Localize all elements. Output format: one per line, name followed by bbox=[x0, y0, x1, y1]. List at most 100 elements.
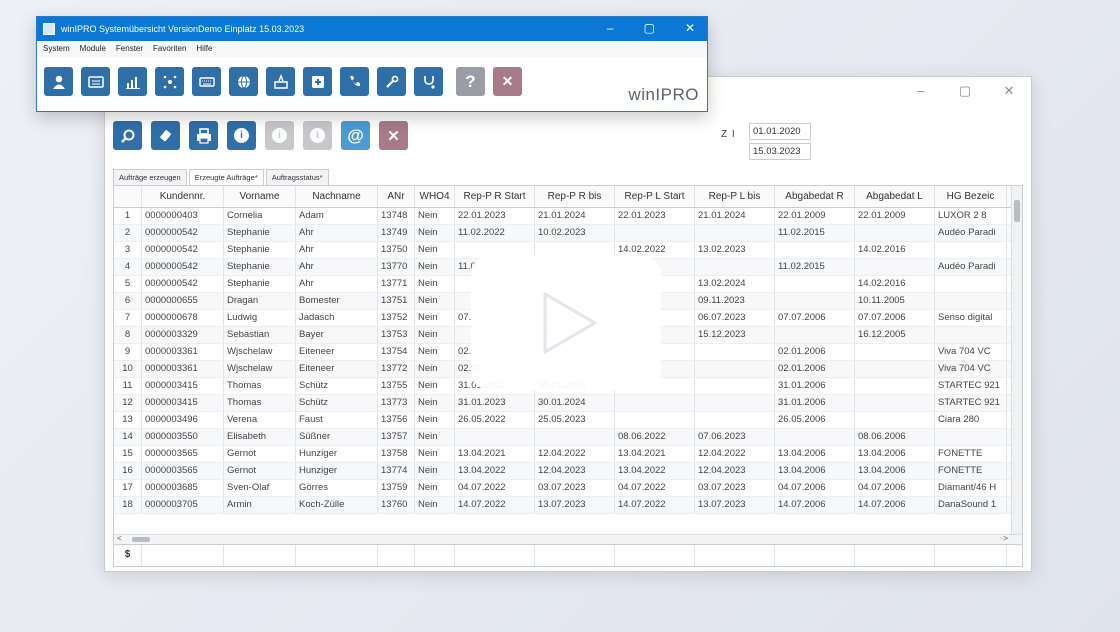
email-button[interactable]: @ bbox=[341, 121, 370, 150]
table-cell: 22.01.2023 bbox=[615, 208, 695, 224]
table-cell: STARTEC 921 bbox=[935, 395, 1007, 411]
scroll-right-arrow[interactable]: > bbox=[1003, 534, 1008, 543]
table-row[interactable]: 2 0000000542 Stephanie Ahr 13749 Nein 11.02.20… bbox=[114, 225, 1022, 242]
table-row[interactable]: 17 0000003685 Sven-Olaf Görres 13759 Nein 04.0… bbox=[114, 480, 1022, 497]
table-cell: Nein bbox=[415, 480, 455, 496]
table-cell: Audéo Paradi bbox=[935, 225, 1007, 241]
minimize-button[interactable]: – bbox=[607, 21, 614, 35]
table-footer: $ bbox=[114, 544, 1022, 566]
network-button[interactable] bbox=[155, 67, 184, 96]
tab-auftragsstatus[interactable]: Auftragsstatus* bbox=[265, 169, 329, 185]
menu-hilfe[interactable]: Hilfe bbox=[196, 44, 212, 57]
print-icon bbox=[196, 127, 211, 144]
column-header[interactable]: Abgabedat R bbox=[775, 186, 855, 207]
row-number-cell: 7 bbox=[114, 310, 142, 326]
customers-button[interactable] bbox=[44, 67, 73, 96]
tab-bar: Aufträge erzeugen Erzeugte Aufträge* Auf… bbox=[113, 169, 331, 185]
menu-system[interactable]: System bbox=[43, 44, 70, 57]
table-cell: Nein bbox=[415, 497, 455, 513]
eraser-button[interactable] bbox=[151, 121, 180, 150]
info-disabled-button-2[interactable]: i bbox=[303, 121, 332, 150]
column-header[interactable]: Vorname bbox=[224, 186, 296, 207]
keyboard-icon bbox=[198, 76, 215, 87]
table-cell: 0000003361 bbox=[142, 361, 224, 377]
table-cell: 13.07.2023 bbox=[695, 497, 775, 513]
table-cell bbox=[775, 293, 855, 309]
table-cell: 04.07.2006 bbox=[855, 480, 935, 496]
winipro-logo: winIPRO bbox=[628, 85, 699, 104]
date-from-field[interactable]: 01.01.2020 bbox=[749, 123, 811, 140]
table-cell: 14.07.2022 bbox=[455, 497, 535, 513]
table-row[interactable]: 18 0000003705 Armin Koch-Zülle 13760 Nein 14.0… bbox=[114, 497, 1022, 514]
menu-module[interactable]: Module bbox=[80, 44, 106, 57]
table-cell: STARTEC 921 bbox=[935, 378, 1007, 394]
statistics-button[interactable] bbox=[118, 67, 147, 96]
print-button[interactable] bbox=[189, 121, 218, 150]
phone-button[interactable] bbox=[340, 67, 369, 96]
table-row[interactable]: 1 0000000403 Cornelia Adam 13748 Nein 22.01.20… bbox=[114, 208, 1022, 225]
maximize-button[interactable]: ▢ bbox=[644, 21, 655, 35]
search-button[interactable] bbox=[113, 121, 142, 150]
info-icon: i bbox=[234, 128, 249, 143]
table-cell: Wjschelaw bbox=[224, 361, 296, 377]
column-header[interactable]: HG Bezeic bbox=[935, 186, 1007, 207]
table-cell: 0000003496 bbox=[142, 412, 224, 428]
table-row[interactable]: 14 0000003550 Elisabeth Süßner 13757 Nein 08.0… bbox=[114, 429, 1022, 446]
column-header[interactable]: Nachname bbox=[296, 186, 378, 207]
hearing-test-button[interactable] bbox=[414, 67, 443, 96]
column-header[interactable]: Rep-P L bis bbox=[695, 186, 775, 207]
minimize-button[interactable]: – bbox=[913, 83, 929, 99]
tab-erzeugte-auftraege[interactable]: Erzeugte Aufträge* bbox=[188, 169, 264, 185]
close-window-button[interactable]: ✕ bbox=[685, 21, 695, 35]
table-row[interactable]: 12 0000003415 Thomas Schütz 13773 Nein 31.01.2… bbox=[114, 395, 1022, 412]
table-cell: Nein bbox=[415, 327, 455, 343]
info-disabled-button-1[interactable]: i bbox=[265, 121, 294, 150]
finance-button[interactable] bbox=[266, 67, 295, 96]
table-cell: Nein bbox=[415, 378, 455, 394]
keyboard-button[interactable] bbox=[192, 67, 221, 96]
table-cell: FONETTE bbox=[935, 463, 1007, 479]
close-window-button[interactable]: ✕ bbox=[1001, 83, 1017, 99]
vertical-scrollbar[interactable] bbox=[1011, 186, 1022, 566]
column-header[interactable]: Rep-P L Start bbox=[615, 186, 695, 207]
column-header[interactable] bbox=[114, 186, 142, 207]
table-cell: 09.11.2023 bbox=[695, 293, 775, 309]
exit-button[interactable]: ✕ bbox=[493, 67, 522, 96]
menu-fenster[interactable]: Fenster bbox=[116, 44, 143, 57]
column-header[interactable]: WHO4 bbox=[415, 186, 455, 207]
info-button[interactable]: i bbox=[227, 121, 256, 150]
row-number-cell: 11 bbox=[114, 378, 142, 394]
date-to-field[interactable]: 15.03.2023 bbox=[749, 143, 811, 160]
column-header[interactable]: ANr bbox=[378, 186, 415, 207]
table-cell: Ahr bbox=[296, 276, 378, 292]
row-number-cell: 18 bbox=[114, 497, 142, 513]
table-cell: 13757 bbox=[378, 429, 415, 445]
column-header[interactable]: Rep-P R bis bbox=[535, 186, 615, 207]
table-cell: 13758 bbox=[378, 446, 415, 462]
table-cell: Ciara 280 bbox=[935, 412, 1007, 428]
table-cell: Bayer bbox=[296, 327, 378, 343]
table-cell bbox=[455, 429, 535, 445]
column-header[interactable]: Kundennr. bbox=[142, 186, 224, 207]
tools-button[interactable] bbox=[377, 67, 406, 96]
scroll-left-arrow[interactable]: < bbox=[117, 534, 122, 543]
close-module-button[interactable]: ✕ bbox=[379, 121, 408, 150]
horizontal-scrollbar[interactable]: < > bbox=[114, 534, 1022, 544]
table-row[interactable]: 16 0000003565 Gernot Hunziger 13774 Nein 13.04… bbox=[114, 463, 1022, 480]
maximize-button[interactable]: ▢ bbox=[957, 83, 973, 99]
id-card-button[interactable] bbox=[81, 67, 110, 96]
footer-symbol: $ bbox=[114, 545, 142, 566]
add-item-button[interactable] bbox=[303, 67, 332, 96]
menu-favoriten[interactable]: Favoriten bbox=[153, 44, 186, 57]
table-cell bbox=[855, 412, 935, 428]
video-play-button[interactable] bbox=[471, 256, 661, 390]
globe-button[interactable] bbox=[229, 67, 258, 96]
table-row[interactable]: 15 0000003565 Gernot Hunziger 13758 Nein 13.04… bbox=[114, 446, 1022, 463]
table-cell: Audéo Paradi bbox=[935, 259, 1007, 275]
column-header[interactable]: Rep-P R Start bbox=[455, 186, 535, 207]
table-row[interactable]: 13 0000003496 Verena Faust 13756 Nein 26.05.20… bbox=[114, 412, 1022, 429]
column-header[interactable]: Abgabedat L bbox=[855, 186, 935, 207]
tab-auftraege-erzeugen[interactable]: Aufträge erzeugen bbox=[113, 169, 187, 185]
help-button[interactable]: ? bbox=[456, 67, 485, 96]
table-cell: 13.04.2021 bbox=[455, 446, 535, 462]
